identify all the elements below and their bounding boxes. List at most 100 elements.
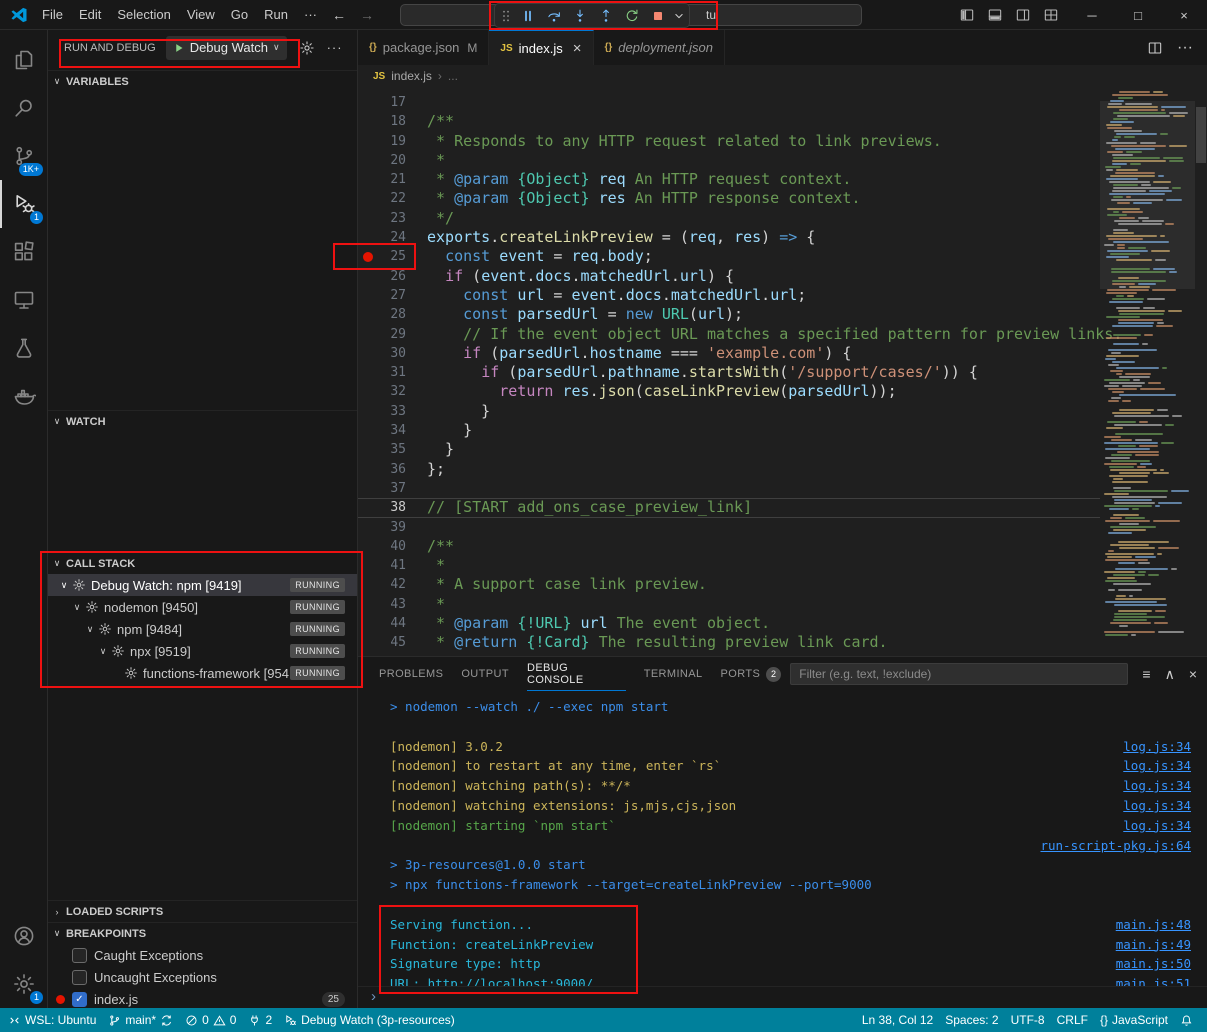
gutter-20[interactable]: 20: [358, 151, 427, 170]
source-link[interactable]: log.js:34: [1123, 776, 1191, 796]
close-button[interactable]: ×: [1161, 0, 1207, 30]
ports-indicator[interactable]: 2: [242, 1008, 278, 1032]
source-link[interactable]: run-script-pkg.js:64: [1040, 836, 1191, 856]
notifications-bell[interactable]: [1174, 1008, 1199, 1032]
call-stack-header[interactable]: ∨ CALL STACK: [48, 552, 357, 574]
activity-testing[interactable]: [0, 324, 47, 372]
breakpoint-item[interactable]: ✓index.js25: [48, 988, 357, 1010]
breakpoint-checkbox[interactable]: [72, 948, 87, 963]
activity-extensions[interactable]: [0, 228, 47, 276]
maximize-button[interactable]: □: [1115, 0, 1161, 30]
chevron-down-icon[interactable]: ∨: [95, 646, 111, 657]
source-link[interactable]: main.js:49: [1116, 935, 1191, 955]
source-link[interactable]: log.js:34: [1123, 756, 1191, 776]
panel-tab-problems[interactable]: PROBLEMS: [370, 657, 452, 691]
call-stack-item[interactable]: ∨npx [9519]RUNNING: [48, 640, 357, 662]
watch-header[interactable]: ∨ WATCH: [48, 410, 357, 432]
layout-panel-icon[interactable]: [987, 7, 1003, 23]
menu-run[interactable]: Run: [256, 7, 296, 22]
gutter-27[interactable]: 27: [358, 286, 427, 305]
gutter-17[interactable]: 17: [358, 93, 427, 112]
encoding[interactable]: UTF-8: [1005, 1008, 1051, 1032]
gutter-41[interactable]: 41: [358, 556, 427, 575]
activity-remote-explorer[interactable]: [0, 276, 47, 324]
branch-indicator[interactable]: main*: [102, 1008, 179, 1032]
more-actions-icon[interactable]: ···: [1177, 39, 1193, 57]
source-link[interactable]: main.js:51: [1116, 974, 1191, 986]
gutter-25[interactable]: 25: [358, 247, 427, 266]
menu-selection[interactable]: Selection: [109, 7, 178, 22]
menu-go[interactable]: Go: [223, 7, 256, 22]
gutter-38[interactable]: 38: [358, 498, 427, 517]
source-link[interactable]: log.js:34: [1123, 737, 1191, 757]
gutter-23[interactable]: 23: [358, 209, 427, 228]
step-over-button[interactable]: [541, 5, 567, 27]
step-into-button[interactable]: [567, 5, 593, 27]
step-out-button[interactable]: [593, 5, 619, 27]
console-filter-input[interactable]: [790, 663, 1128, 685]
gutter-22[interactable]: 22: [358, 189, 427, 208]
gutter-42[interactable]: 42: [358, 575, 427, 594]
language-mode[interactable]: {} JavaScript: [1094, 1008, 1174, 1032]
menu-file[interactable]: File: [34, 7, 71, 22]
source-link[interactable]: main.js:48: [1116, 915, 1191, 935]
restart-button[interactable]: [619, 5, 645, 27]
panel-tab-ports[interactable]: PORTS2: [712, 657, 791, 691]
start-debugging-icon[interactable]: [173, 42, 185, 54]
call-stack-item[interactable]: ∨npm [9484]RUNNING: [48, 618, 357, 640]
gutter-24[interactable]: 24: [358, 228, 427, 247]
eol-sequence[interactable]: CRLF: [1051, 1008, 1094, 1032]
tab-deployment.json[interactable]: {}deployment.json: [594, 30, 725, 65]
tab-package.json[interactable]: {}package.jsonM: [358, 30, 489, 65]
gutter-33[interactable]: 33: [358, 402, 427, 421]
layout-sidebar-right-icon[interactable]: [1015, 7, 1031, 23]
activity-account[interactable]: [0, 912, 47, 960]
layout-grid-icon[interactable]: [1043, 7, 1059, 23]
gutter-43[interactable]: 43: [358, 595, 427, 614]
breakpoint-item[interactable]: Caught Exceptions: [48, 944, 357, 966]
gutter-29[interactable]: 29: [358, 325, 427, 344]
more-actions-icon[interactable]: ···: [327, 40, 343, 55]
breakpoint-checkbox[interactable]: ✓: [72, 992, 87, 1007]
gutter-26[interactable]: 26: [358, 267, 427, 286]
chevron-down-icon[interactable]: ∨: [82, 624, 98, 635]
menu-overflow[interactable]: ···: [296, 7, 325, 22]
gutter-34[interactable]: 34: [358, 421, 427, 440]
activity-search[interactable]: [0, 84, 47, 132]
activity-explorer[interactable]: [0, 36, 47, 84]
back-icon[interactable]: ←: [332, 7, 346, 23]
cursor-position[interactable]: Ln 38, Col 12: [856, 1008, 939, 1032]
tab-index.js[interactable]: JSindex.js×: [489, 30, 593, 65]
chevron-down-icon[interactable]: ∨: [69, 602, 85, 613]
activity-source-control[interactable]: 1K+: [0, 132, 47, 180]
gutter-19[interactable]: 19: [358, 132, 427, 151]
call-stack-item[interactable]: ∨nodemon [9450]RUNNING: [48, 596, 357, 618]
gutter-45[interactable]: 45: [358, 633, 427, 652]
gutter-21[interactable]: 21: [358, 170, 427, 189]
breadcrumb[interactable]: JS index.js › ...: [358, 65, 1207, 87]
stop-button[interactable]: [645, 5, 671, 27]
source-link[interactable]: log.js:34: [1123, 816, 1191, 836]
remote-indicator[interactable]: WSL: Ubuntu: [2, 1008, 102, 1032]
variables-header[interactable]: ∨ VARIABLES: [48, 70, 357, 92]
menu-view[interactable]: View: [179, 7, 223, 22]
code-editor[interactable]: 1718/**19 * Responds to any HTTP request…: [358, 93, 1100, 653]
gutter-18[interactable]: 18: [358, 112, 427, 131]
close-panel-icon[interactable]: ×: [1189, 666, 1197, 682]
maximize-panel-icon[interactable]: ∧: [1165, 666, 1175, 683]
chevron-down-icon[interactable]: ∨: [56, 580, 72, 591]
activity-run-and-debug[interactable]: 1: [0, 180, 47, 228]
gutter-39[interactable]: 39: [358, 518, 427, 537]
gear-icon[interactable]: [299, 40, 315, 56]
gutter-44[interactable]: 44: [358, 614, 427, 633]
indentation[interactable]: Spaces: 2: [939, 1008, 1004, 1032]
close-tab-icon[interactable]: ×: [573, 40, 582, 57]
source-link[interactable]: log.js:34: [1123, 796, 1191, 816]
gutter-40[interactable]: 40: [358, 537, 427, 556]
minimap[interactable]: [1100, 87, 1195, 656]
panel-tab-terminal[interactable]: TERMINAL: [635, 657, 712, 691]
debug-config-picker[interactable]: Debug Watch ∨: [166, 36, 287, 60]
gutter-28[interactable]: 28: [358, 305, 427, 324]
editor-scrollbar[interactable]: [1196, 107, 1206, 163]
filter-options-icon[interactable]: ≡: [1142, 666, 1150, 682]
